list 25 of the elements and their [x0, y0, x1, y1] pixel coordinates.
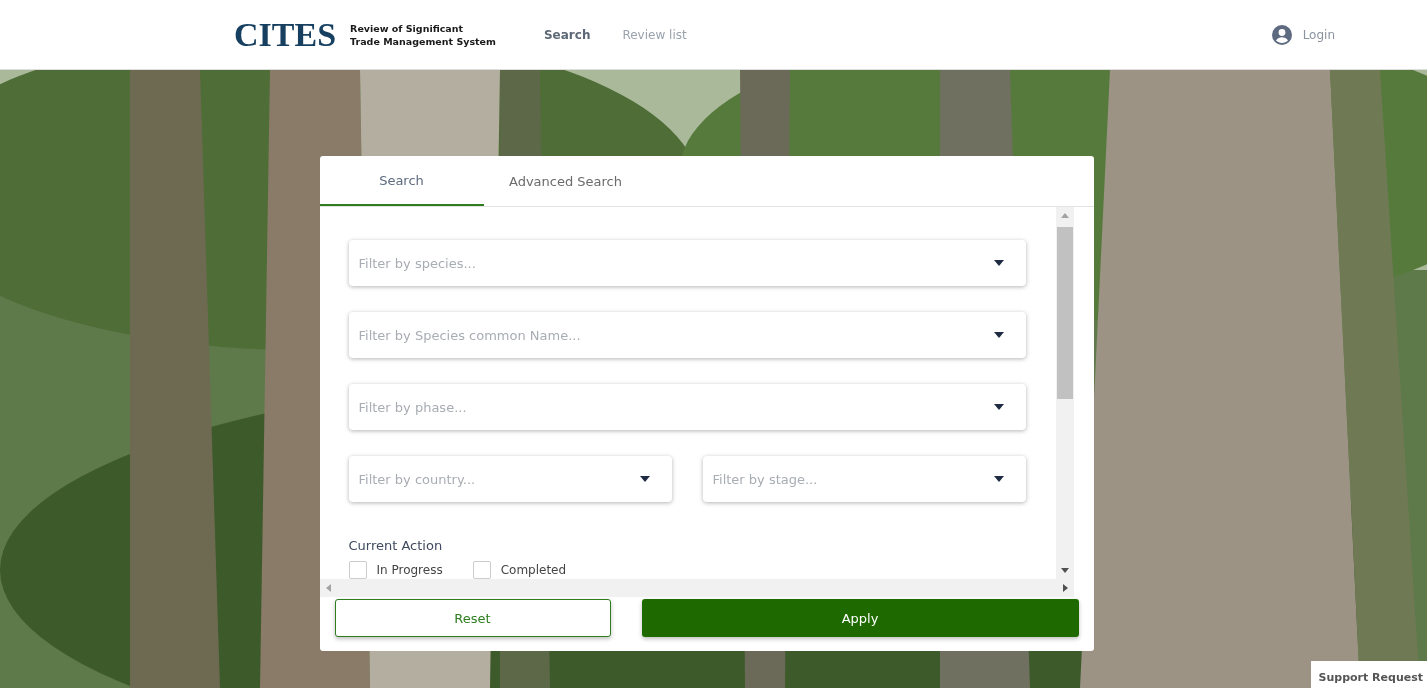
apply-button[interactable]: Apply: [641, 599, 1079, 637]
caret-icon: [993, 332, 1004, 338]
section-title: Current Action: [348, 538, 444, 553]
caret-icon: [639, 476, 650, 482]
checkbox-label: Completed: [500, 563, 567, 577]
user-icon[interactable]: [1271, 24, 1292, 45]
dropdown-field[interactable]: Filter by country...: [348, 456, 672, 502]
cites-logo: CITES: [234, 14, 337, 55]
dropdown-field[interactable]: Filter by Species common Name...: [348, 312, 1026, 358]
caret-icon: [993, 476, 1004, 482]
dropdown-field[interactable]: Filter by species...: [348, 240, 1026, 286]
reset-button[interactable]: Reset: [334, 599, 611, 637]
horizontal-scrollbar[interactable]: [319, 579, 1074, 597]
nav-link[interactable]: Search: [543, 27, 591, 42]
support-request-button[interactable]: Support Request: [1310, 661, 1427, 688]
caret-icon: [993, 260, 1004, 266]
dropdown-field[interactable]: Filter by phase...: [348, 384, 1026, 430]
login-link[interactable]: Login: [1302, 27, 1335, 42]
caret-icon: [993, 404, 1004, 410]
tab[interactable]: Advanced Search: [483, 156, 648, 206]
app-title: Review of Significant Trade Management System: [350, 21, 496, 48]
tab[interactable]: Search: [319, 156, 484, 206]
vertical-scrollbar[interactable]: [1055, 207, 1074, 579]
checkbox-label: In Progress: [376, 563, 443, 577]
dropdown-field[interactable]: Filter by stage...: [702, 456, 1026, 502]
